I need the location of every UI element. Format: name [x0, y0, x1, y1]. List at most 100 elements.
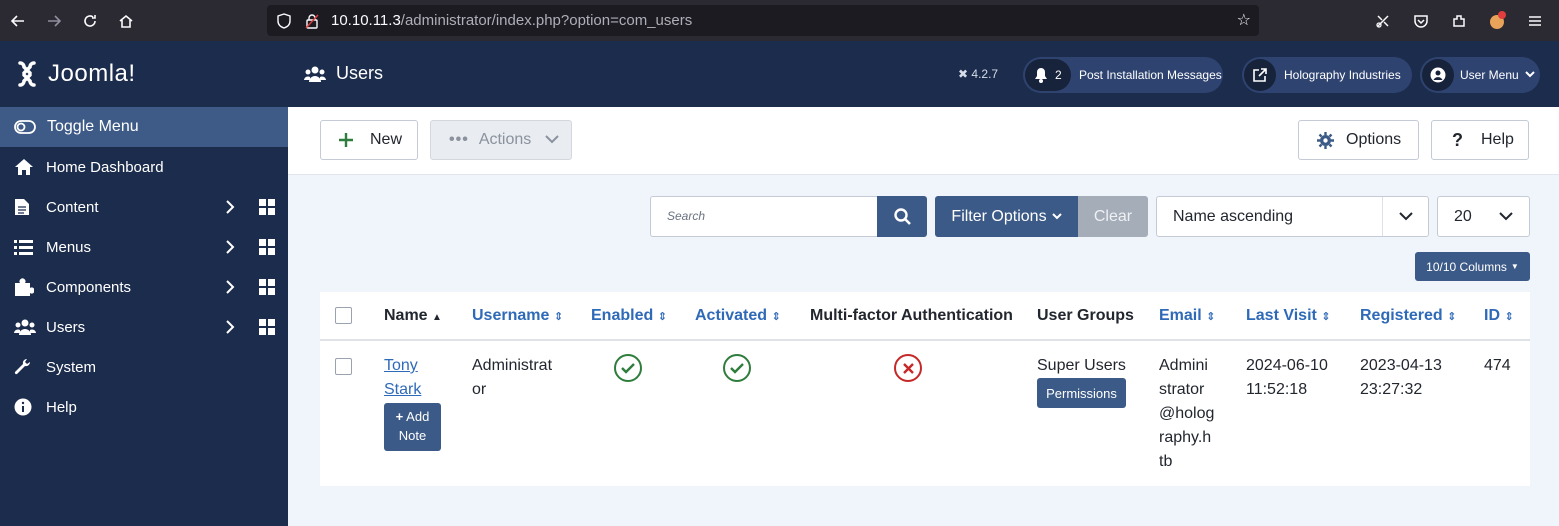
- th-activated[interactable]: Activated ⇕: [695, 307, 781, 325]
- sort-select[interactable]: Name ascending: [1156, 196, 1429, 237]
- th-registered[interactable]: Registered ⇕: [1360, 307, 1456, 325]
- columns-toggle-button[interactable]: 10/10 Columns ▼: [1415, 252, 1530, 281]
- extensions-icon[interactable]: [1441, 0, 1477, 41]
- version-number: 4.2.7: [971, 67, 999, 81]
- sort-icon: ⇕: [1321, 311, 1331, 323]
- lock-icon[interactable]: [301, 13, 323, 29]
- th-enabled[interactable]: Enabled ⇕: [591, 307, 667, 325]
- sidebar-item-help[interactable]: Help: [0, 387, 288, 427]
- th-email-label: Email: [1159, 307, 1202, 324]
- user-groups-cell: Super Users: [1037, 357, 1126, 374]
- select-all-checkbox[interactable]: [335, 307, 352, 324]
- sidebar-item-components[interactable]: Components: [0, 267, 288, 307]
- chevron-down-icon: [545, 131, 559, 149]
- sidebar-item-home-dashboard[interactable]: Home Dashboard: [0, 147, 288, 187]
- th-user-groups: User Groups: [1037, 307, 1134, 324]
- bookmark-star-icon[interactable]: ☆: [1237, 10, 1251, 30]
- dashboard-grid-icon[interactable]: [259, 199, 275, 219]
- help-button[interactable]: ? Help: [1431, 120, 1529, 160]
- dashboard-grid-icon[interactable]: [259, 319, 275, 339]
- row-checkbox[interactable]: [335, 358, 352, 375]
- th-name-label: Name: [384, 307, 428, 324]
- back-icon[interactable]: [0, 0, 36, 41]
- sidebar-item-system[interactable]: System: [0, 347, 288, 387]
- sort-icon: ⇕: [553, 311, 564, 323]
- options-button[interactable]: Options: [1298, 120, 1419, 160]
- email-line: strator: [1159, 381, 1205, 398]
- caret-down-icon: ▼: [1510, 262, 1519, 271]
- screenshot-icon[interactable]: [1365, 0, 1401, 41]
- search-input[interactable]: Search: [650, 196, 878, 237]
- user-menu-label: User Menu: [1460, 68, 1519, 82]
- th-name[interactable]: Name ▲: [384, 307, 442, 325]
- search-icon: [893, 208, 911, 225]
- add-note-label: Note: [398, 428, 427, 443]
- pocket-icon[interactable]: [1403, 0, 1439, 41]
- email-line: @holog: [1159, 405, 1215, 422]
- toggle-menu-button[interactable]: Toggle Menu: [0, 107, 288, 147]
- sidebar-item-label: Content: [46, 198, 99, 216]
- sort-value: Name ascending: [1173, 207, 1294, 225]
- th-id[interactable]: ID ⇕: [1484, 307, 1514, 325]
- activated-check-icon[interactable]: [723, 354, 751, 382]
- email-line: raphy.h: [1159, 429, 1212, 446]
- options-label: Options: [1346, 131, 1402, 148]
- list-limit-select[interactable]: 20: [1437, 196, 1530, 237]
- search-button[interactable]: [877, 196, 927, 237]
- bell-icon: [1035, 68, 1048, 83]
- th-email[interactable]: Email ⇕: [1159, 307, 1215, 325]
- email-line: Admini: [1159, 357, 1208, 374]
- hamburger-menu-icon[interactable]: [1517, 0, 1553, 41]
- enabled-check-icon[interactable]: [614, 354, 642, 382]
- last-visit-cell: 2024-06-10 11:52:18: [1246, 354, 1328, 402]
- external-link-icon: [1244, 59, 1276, 91]
- sidebar-item-label: Components: [46, 278, 132, 296]
- chevron-right-icon[interactable]: [224, 239, 236, 259]
- forward-icon[interactable]: [36, 0, 72, 41]
- reload-icon[interactable]: [72, 0, 108, 41]
- chevron-right-icon[interactable]: [224, 199, 236, 219]
- home-icon[interactable]: [108, 0, 144, 41]
- user-name-link[interactable]: Tony Stark: [384, 354, 421, 402]
- clear-button[interactable]: Clear: [1078, 196, 1148, 237]
- version-label: ✖ 4.2.7: [958, 67, 998, 81]
- sidebar-item-menus[interactable]: Menus: [0, 227, 288, 267]
- user-name-line: Stark: [384, 381, 422, 398]
- joomla-logo[interactable]: Joomla!: [0, 41, 288, 107]
- shield-icon[interactable]: [273, 12, 295, 29]
- sort-icon: ⇕: [1206, 311, 1216, 323]
- add-note-label: Add: [406, 409, 430, 424]
- sidebar-item-label: Menus: [46, 238, 92, 256]
- th-last-visit[interactable]: Last Visit ⇕: [1246, 307, 1331, 325]
- columns-label: 10/10 Columns: [1426, 259, 1507, 274]
- post-installation-messages-button[interactable]: 2 Post Installation Messages: [1023, 57, 1223, 93]
- sidebar-item-content[interactable]: Content: [0, 187, 288, 227]
- sidebar-item-users[interactable]: Users: [0, 307, 288, 347]
- permissions-button[interactable]: Permissions: [1037, 378, 1126, 408]
- profile-avatar-icon[interactable]: [1479, 0, 1515, 41]
- chevron-right-icon[interactable]: [224, 319, 236, 339]
- new-button[interactable]: New: [320, 120, 418, 160]
- th-username[interactable]: Username ⇕: [472, 307, 563, 325]
- chevron-down-icon: [1382, 197, 1428, 236]
- page-title: Users: [304, 63, 383, 84]
- mfa-disabled-x-icon: [894, 354, 922, 382]
- add-note-button[interactable]: + Add Note: [384, 403, 441, 451]
- th-username-label: Username: [472, 307, 550, 324]
- actions-dropdown[interactable]: ••• Actions: [430, 120, 572, 160]
- dashboard-grid-icon[interactable]: [259, 239, 275, 259]
- table-header-row: Name ▲ Username ⇕ Enabled ⇕ Activated ⇕ …: [320, 292, 1530, 341]
- site-link-button[interactable]: Holography Industries: [1242, 57, 1412, 93]
- th-last-visit-label: Last Visit: [1246, 307, 1317, 324]
- username-line: or: [472, 381, 487, 398]
- user-menu-button[interactable]: User Menu: [1420, 57, 1540, 93]
- notification-badge: 2: [1025, 59, 1071, 91]
- filter-options-button[interactable]: Filter Options: [935, 196, 1078, 237]
- url-bar[interactable]: 10.10.11.3/administrator/index.php?optio…: [267, 5, 1259, 36]
- dashboard-grid-icon[interactable]: [259, 279, 275, 299]
- chevron-right-icon[interactable]: [224, 279, 236, 299]
- plus-icon: +: [395, 409, 404, 424]
- gear-icon: [1317, 131, 1334, 149]
- limit-value: 20: [1454, 207, 1472, 225]
- last-visit-line: 2024-06-10: [1246, 357, 1328, 374]
